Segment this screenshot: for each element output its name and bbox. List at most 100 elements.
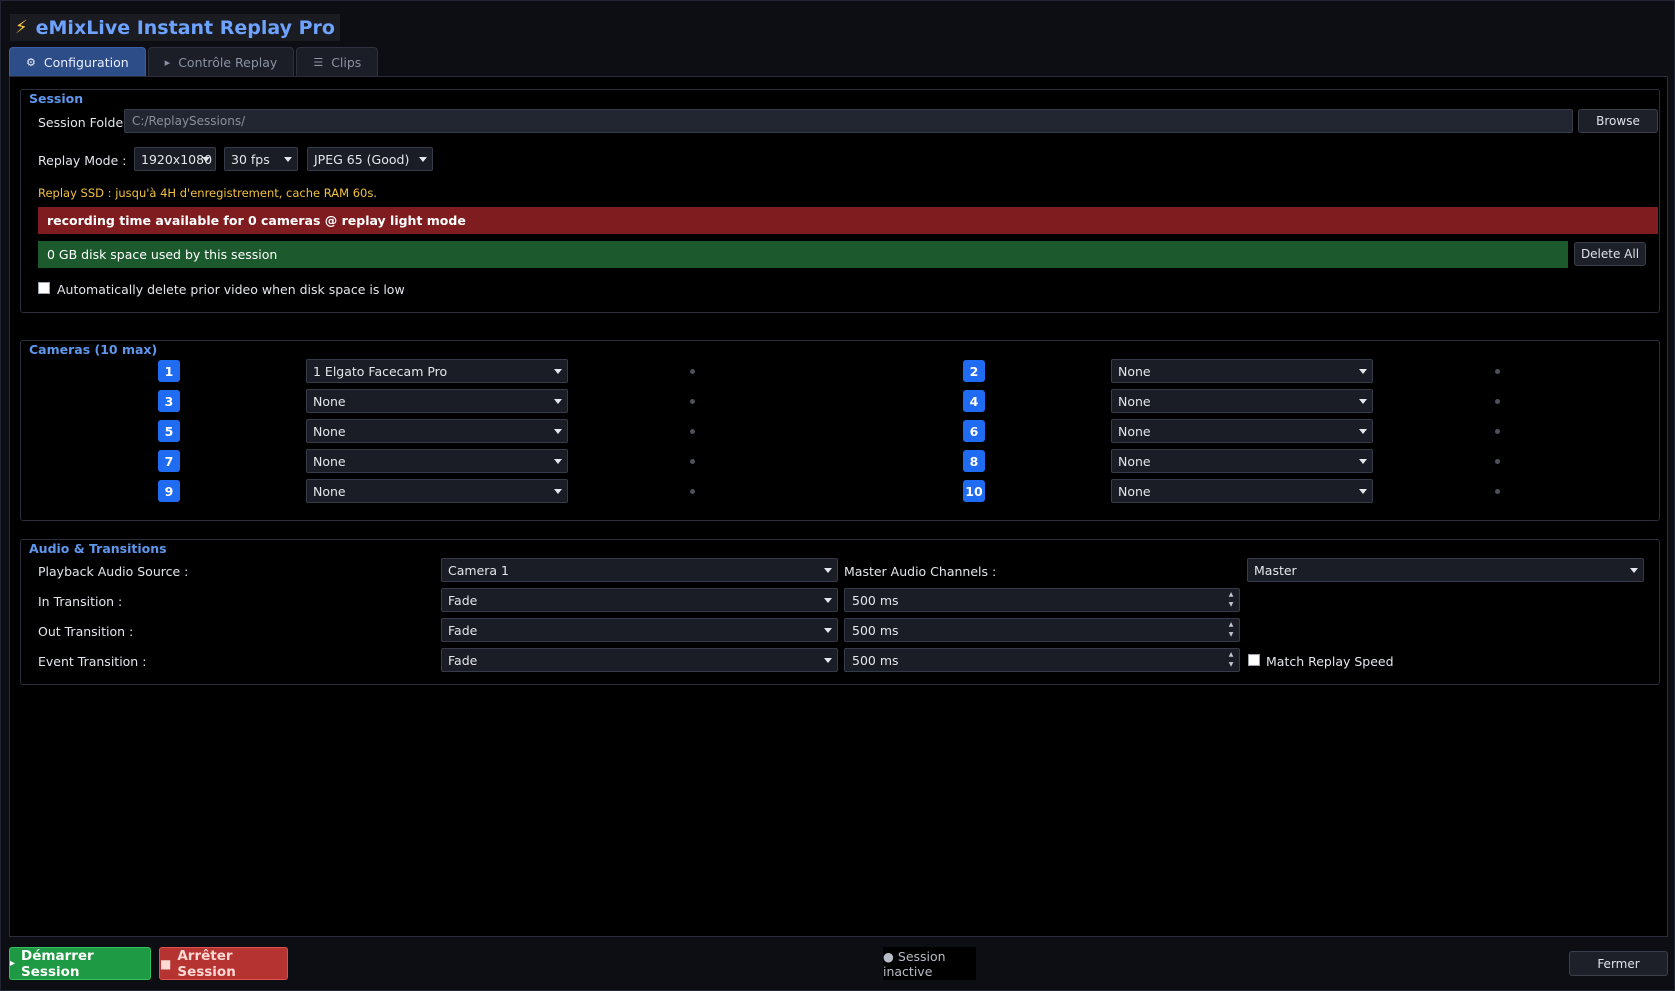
playback-audio-source-select[interactable]: Camera 1	[441, 558, 838, 582]
master-audio-channels-value: Master	[1254, 562, 1297, 578]
auto-delete-checkbox[interactable]	[38, 282, 50, 294]
spin-arrows-icon[interactable]: ▲ ▼	[1225, 620, 1237, 640]
camera-number-badge: 7	[158, 450, 180, 472]
tab-controle-replay[interactable]: ▸ Contrôle Replay	[147, 47, 295, 77]
app-title-text: eMixLive Instant Replay Pro	[35, 16, 335, 39]
chevron-down-icon	[1359, 459, 1367, 464]
stop-session-button[interactable]: ■ Arrêter Session	[159, 947, 288, 980]
chevron-down-icon	[1359, 489, 1367, 494]
app-window: ⚡ eMixLive Instant Replay Pro ⚙ Configur…	[0, 0, 1675, 991]
camera-status-dot	[690, 369, 695, 374]
camera-source-select[interactable]: None	[306, 479, 568, 503]
cameras-group: Cameras (10 max) 1 1 Elgato Facecam Pro 2 N…	[20, 340, 1660, 521]
camera-source-value: None	[1118, 393, 1151, 409]
gear-icon: ⚙	[26, 56, 36, 69]
camera-status-dot	[1495, 489, 1500, 494]
fps-select[interactable]: 30 fps	[224, 147, 298, 171]
close-button[interactable]: Fermer	[1569, 951, 1668, 976]
tab-bar: ⚙ Configuration ▸ Contrôle Replay ☰ Clip…	[9, 47, 379, 77]
spin-arrows-icon[interactable]: ▲ ▼	[1225, 650, 1237, 670]
camera-source-value: None	[1118, 423, 1151, 439]
resolution-select[interactable]: 1920x1080	[134, 147, 216, 171]
session-title: Session	[29, 91, 84, 106]
in-transition-duration[interactable]: 500 ms ▲ ▼	[844, 588, 1240, 612]
match-replay-speed-checkbox[interactable]	[1248, 654, 1260, 666]
start-session-button[interactable]: ▸ Démarrer Session	[9, 947, 151, 980]
chevron-down-icon	[1630, 568, 1638, 573]
camera-source-select[interactable]: None	[306, 449, 568, 473]
app-title: ⚡ eMixLive Instant Replay Pro	[10, 14, 340, 41]
replay-mode-label: Replay Mode :	[38, 153, 127, 168]
camera-status-dot	[690, 459, 695, 464]
camera-status-dot	[1495, 369, 1500, 374]
camera-source-value: None	[313, 483, 346, 499]
out-transition-duration[interactable]: 500 ms ▲ ▼	[844, 618, 1240, 642]
browse-button[interactable]: Browse	[1578, 109, 1658, 133]
session-status: ● Session inactive	[883, 947, 976, 980]
out-transition-duration-value: 500 ms	[852, 622, 899, 638]
camera-number-badge: 8	[963, 450, 985, 472]
camera-number-badge: 6	[963, 420, 985, 442]
quality-select[interactable]: JPEG 65 (Good)	[307, 147, 433, 171]
in-transition-label: In Transition :	[38, 594, 123, 609]
playback-audio-source-value: Camera 1	[448, 562, 509, 578]
event-transition-label: Event Transition :	[38, 654, 147, 669]
camera-status-dot	[690, 429, 695, 434]
chevron-down-icon	[824, 658, 832, 663]
event-transition-duration[interactable]: 500 ms ▲ ▼	[844, 648, 1240, 672]
chevron-down-icon	[202, 157, 210, 162]
chevron-down-icon	[1359, 369, 1367, 374]
tab-configuration[interactable]: ⚙ Configuration	[9, 47, 146, 77]
chevron-down-icon	[1359, 399, 1367, 404]
camera-source-select[interactable]: None	[1111, 479, 1373, 503]
chevron-down-icon	[1359, 429, 1367, 434]
out-transition-select[interactable]: Fade	[441, 618, 838, 642]
in-transition-value: Fade	[448, 592, 478, 608]
camera-status-dot	[690, 489, 695, 494]
out-transition-label: Out Transition :	[38, 624, 134, 639]
camera-source-select[interactable]: None	[1111, 449, 1373, 473]
in-transition-select[interactable]: Fade	[441, 588, 838, 612]
camera-number-badge: 2	[963, 360, 985, 382]
camera-number-badge: 5	[158, 420, 180, 442]
camera-status-dot	[1495, 399, 1500, 404]
master-audio-channels-select[interactable]: Master	[1247, 558, 1644, 582]
spin-arrows-icon[interactable]: ▲ ▼	[1225, 590, 1237, 610]
camera-source-select[interactable]: None	[306, 419, 568, 443]
camera-source-select[interactable]: None	[306, 389, 568, 413]
session-folder-label: Session Folder :	[38, 115, 137, 130]
configuration-panel: Session Session Folder : C:/ReplaySessio…	[9, 76, 1668, 937]
event-transition-value: Fade	[448, 652, 478, 668]
camera-number-badge: 4	[963, 390, 985, 412]
chevron-down-icon	[419, 157, 427, 162]
tab-label: Clips	[331, 55, 362, 70]
auto-delete-label: Automatically delete prior video when di…	[57, 282, 405, 297]
play-icon: ▸	[164, 56, 171, 69]
camera-source-select[interactable]: None	[1111, 359, 1373, 383]
camera-source-select[interactable]: None	[1111, 419, 1373, 443]
camera-source-value: None	[313, 423, 346, 439]
camera-number-badge: 1	[158, 360, 180, 382]
stop-icon: ■	[160, 956, 172, 971]
tab-label: Contrôle Replay	[178, 55, 278, 70]
event-transition-select[interactable]: Fade	[441, 648, 838, 672]
camera-number-badge: 3	[158, 390, 180, 412]
clips-icon: ☰	[313, 56, 324, 69]
chevron-down-icon	[824, 628, 832, 633]
camera-source-value: 1 Elgato Facecam Pro	[313, 363, 448, 379]
camera-number-badge: 10	[963, 480, 985, 502]
camera-source-select[interactable]: None	[1111, 389, 1373, 413]
delete-all-button[interactable]: Delete All	[1574, 242, 1646, 266]
audio-title: Audio & Transitions	[29, 541, 167, 556]
camera-source-select[interactable]: 1 Elgato Facecam Pro	[306, 359, 568, 383]
session-group: Session Session Folder : C:/ReplaySessio…	[20, 89, 1660, 313]
camera-status-dot	[1495, 459, 1500, 464]
chevron-down-icon	[554, 459, 562, 464]
tab-label: Configuration	[43, 55, 129, 70]
master-audio-channels-label: Master Audio Channels :	[844, 564, 997, 579]
playback-audio-source-label: Playback Audio Source :	[38, 564, 189, 579]
play-icon: ▸	[10, 958, 16, 969]
disk-usage-banner: 0 GB disk space used by this session	[38, 241, 1568, 268]
tab-clips[interactable]: ☰ Clips	[296, 47, 379, 77]
session-folder-input[interactable]: C:/ReplaySessions/	[124, 109, 1573, 133]
